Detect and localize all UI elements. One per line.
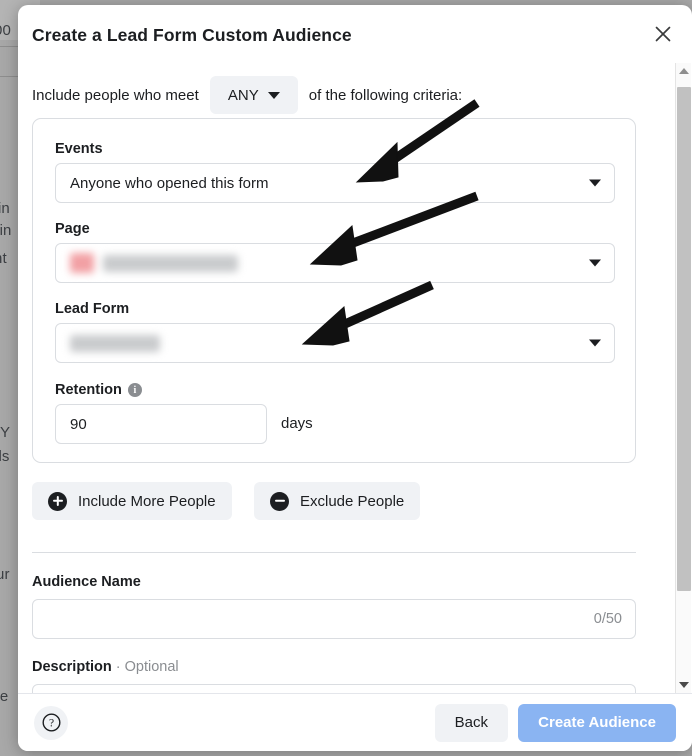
background-text-4: Y [0, 424, 11, 441]
dialog-footer: ? Back Create Audience [18, 693, 692, 751]
retention-label-text: Retention [55, 382, 122, 398]
dialog-header: Create a Lead Form Custom Audience [18, 5, 692, 63]
background-text-3: in [0, 200, 10, 217]
exclude-people-button[interactable]: Exclude People [254, 482, 421, 520]
create-audience-button: Create Audience [518, 703, 676, 742]
page-label: Page [55, 221, 90, 237]
audience-name-label: Audience Name [32, 574, 141, 590]
retention-unit-label: days [281, 415, 313, 432]
events-label: Events [55, 141, 103, 157]
lead-form-label: Lead Form [55, 301, 130, 317]
chevron-down-icon [267, 91, 280, 99]
section-divider [32, 552, 636, 553]
page-avatar [70, 253, 94, 273]
include-more-people-button[interactable]: Include More People [32, 482, 232, 520]
lead-form-dropdown[interactable] [55, 323, 615, 363]
exclude-people-label: Exclude People [300, 492, 405, 510]
criteria-prefix-label: Include people who meet [32, 86, 199, 104]
minus-circle-icon [270, 491, 289, 511]
audience-name-input[interactable]: 0/50 [32, 599, 636, 639]
retention-value: 90 [70, 415, 87, 433]
description-label: Description · Optional [32, 659, 179, 675]
background-text-2: nt [0, 250, 7, 267]
retention-input[interactable]: 90 [55, 404, 267, 444]
chevron-down-icon [589, 339, 601, 347]
scrollbar-down-arrow[interactable] [676, 677, 692, 693]
criteria-intro-row: Include people who meet ANY of the follo… [32, 76, 462, 114]
page-dropdown[interactable] [55, 243, 615, 283]
background-text-5: els [0, 448, 10, 465]
back-button[interactable]: Back [434, 703, 508, 742]
scrollbar-up-arrow[interactable] [676, 63, 692, 79]
lead-form-name-redacted [70, 334, 160, 352]
description-optional-tag: · Optional [111, 659, 179, 675]
page-value-redacted [70, 253, 238, 273]
match-type-dropdown[interactable]: ANY [209, 76, 298, 114]
page-title: Create a Lead Form Custom Audience [32, 25, 352, 45]
events-value: Anyone who opened this form [70, 174, 269, 192]
include-more-people-label: Include More People [78, 492, 216, 510]
background-text-1: sin [0, 222, 12, 239]
plus-circle-icon [48, 491, 67, 511]
svg-text:?: ? [48, 718, 53, 730]
chevron-down-icon [589, 259, 601, 267]
dialog-body: Include people who meet ANY of the follo… [18, 63, 692, 693]
dialog-scrollbar[interactable] [675, 63, 691, 693]
background-text-0: 00 [0, 22, 11, 39]
chevron-down-icon [589, 179, 601, 187]
criteria-suffix-label: of the following criteria: [308, 86, 463, 104]
create-audience-dialog: Create a Lead Form Custom Audience Inclu… [18, 5, 692, 751]
background-text-7: ble [0, 688, 9, 705]
description-input[interactable]: 0/100 [32, 684, 636, 693]
close-icon[interactable] [646, 17, 680, 51]
background-text-6: ur [0, 566, 10, 583]
criteria-card: Events Anyone who opened this form Page … [32, 118, 636, 463]
events-dropdown[interactable]: Anyone who opened this form [55, 163, 615, 203]
page-name-redacted [103, 254, 238, 272]
lead-form-value-redacted [70, 334, 160, 352]
scrollbar-thumb[interactable] [677, 87, 691, 591]
info-icon[interactable]: i [127, 383, 142, 397]
retention-label: Retention i [55, 382, 142, 398]
description-label-text: Description [32, 659, 112, 675]
help-icon[interactable]: ? [34, 705, 68, 740]
match-type-value: ANY [227, 86, 259, 104]
audience-name-counter: 0/50 [593, 611, 622, 627]
